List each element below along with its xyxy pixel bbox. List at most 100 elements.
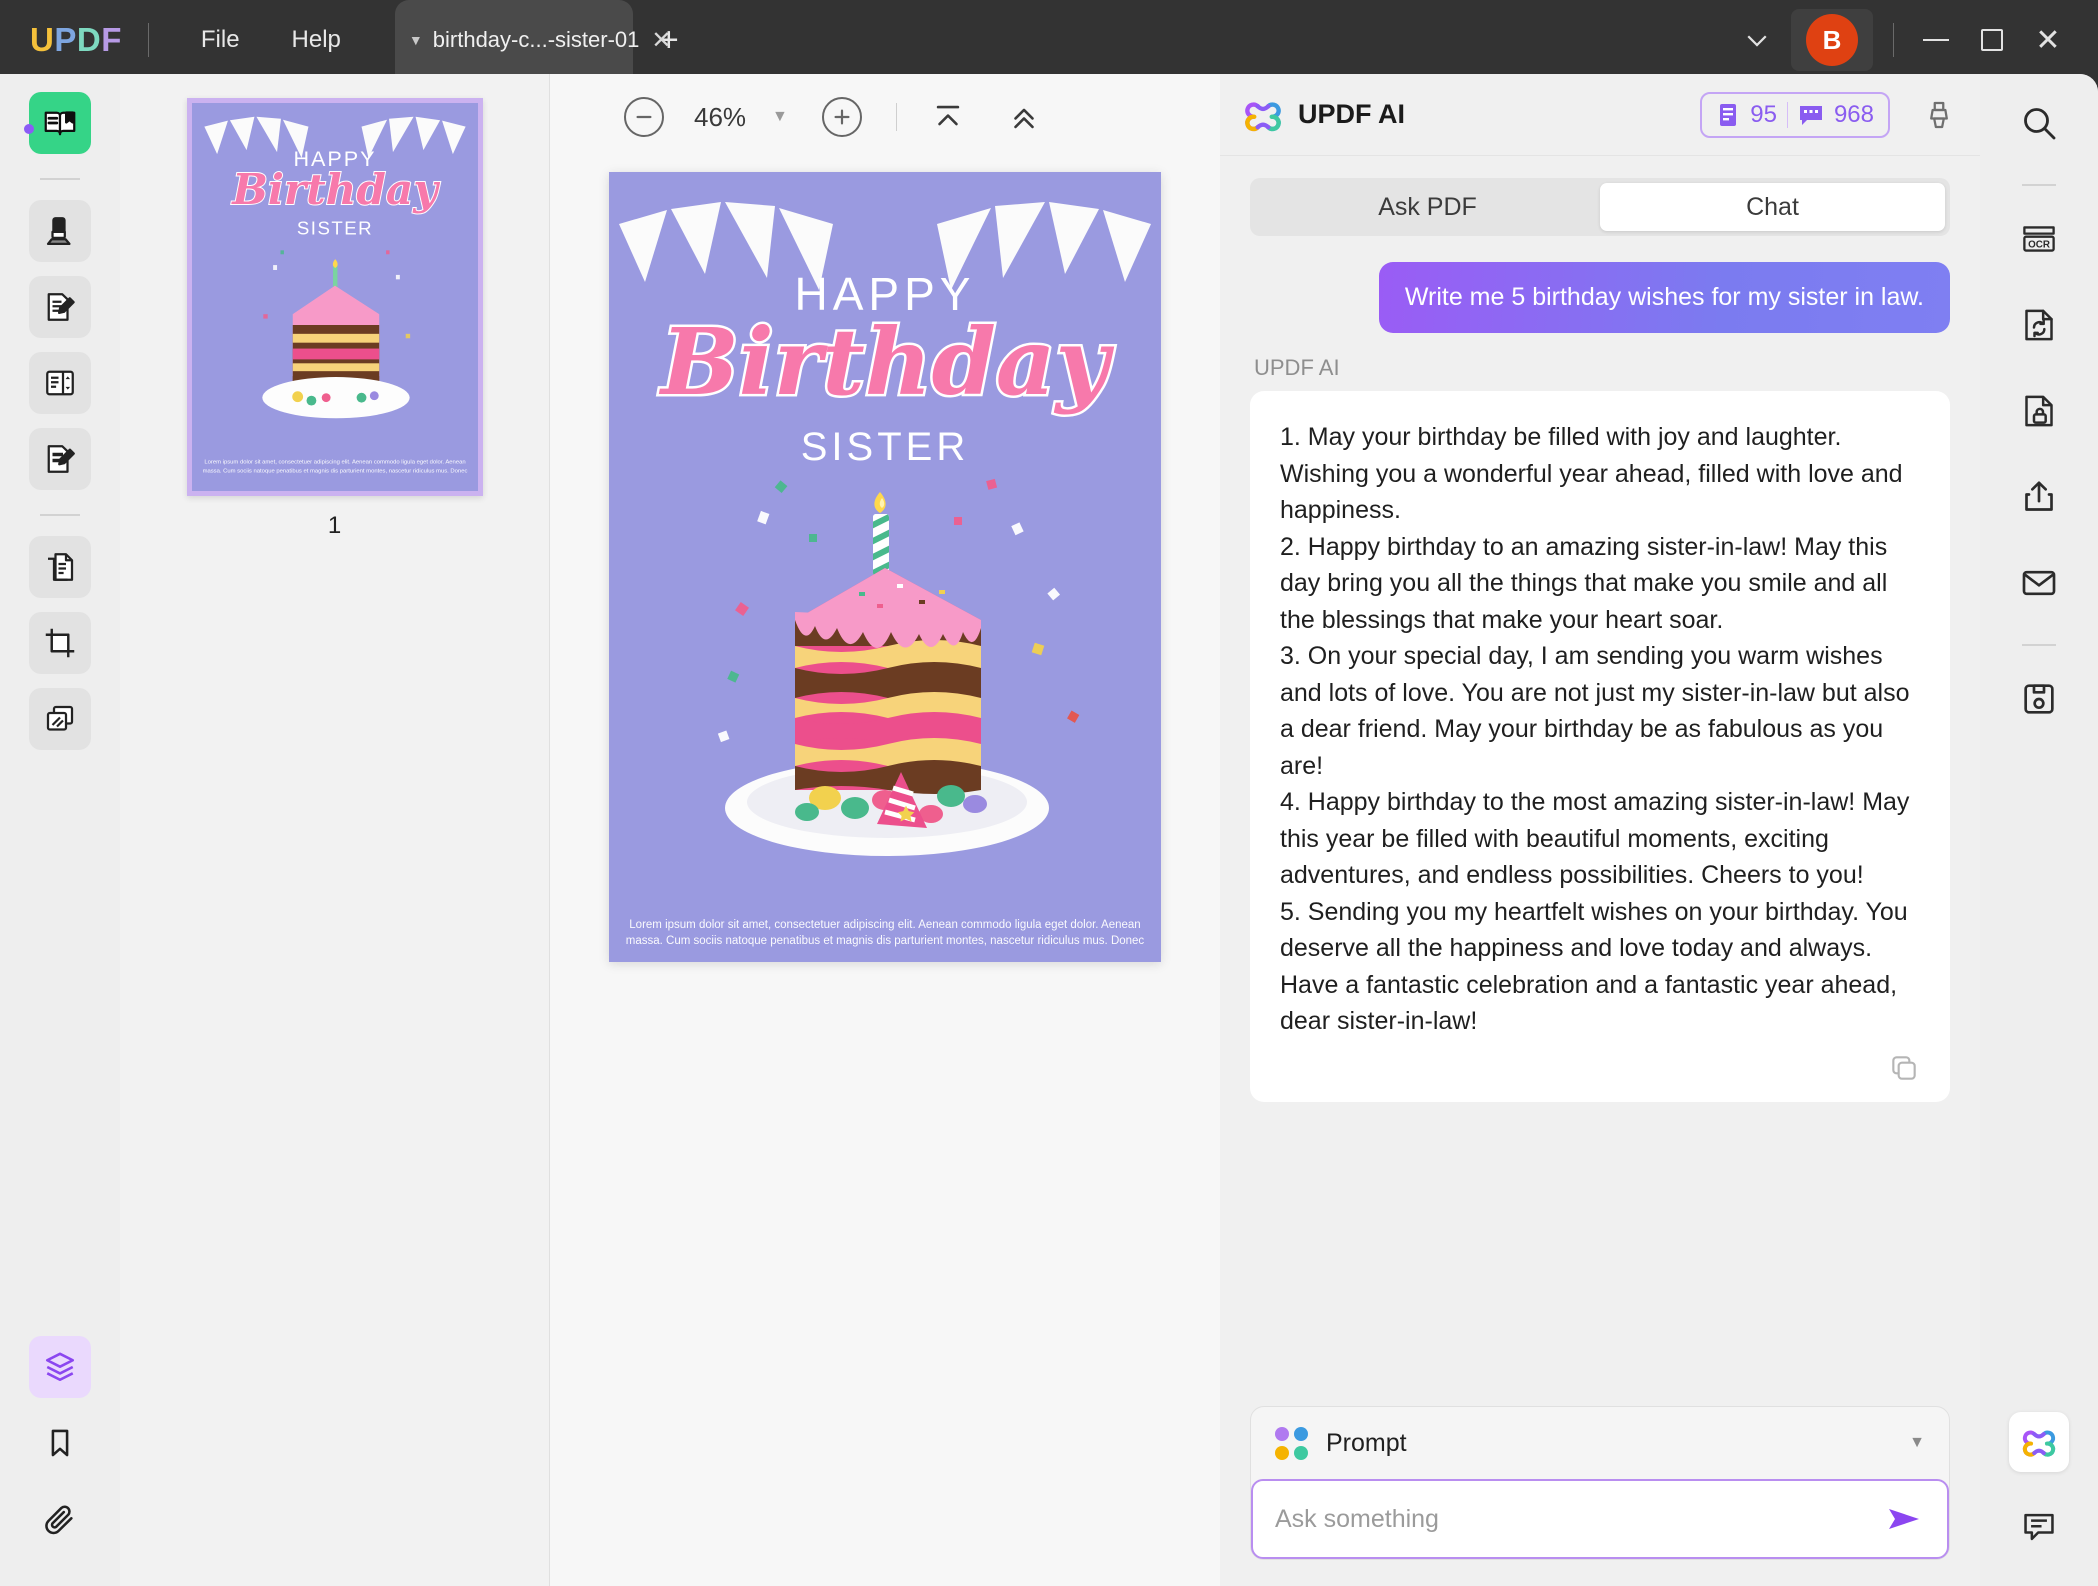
page-viewer: 46% ▼	[550, 74, 1220, 1586]
updf-ai-icon[interactable]	[2009, 1412, 2069, 1472]
left-rail-bottom	[29, 1336, 91, 1564]
menu-help[interactable]: Help	[266, 16, 367, 64]
ai-panel-title: UPDF AI	[1298, 99, 1405, 130]
email-icon[interactable]	[2008, 552, 2070, 614]
thumbnail-panel[interactable]: HAPPY Birthday SISTER	[120, 74, 550, 1586]
close-window-button[interactable]: ✕	[2020, 12, 2076, 68]
window-controls-divider	[1893, 23, 1894, 57]
assistant-name-label: UPDF AI	[1254, 355, 1950, 381]
sidebar-item-annotate[interactable]	[29, 200, 91, 262]
sidebar-item-attachments[interactable]	[29, 1488, 91, 1550]
svg-text:OCR: OCR	[2028, 240, 2050, 251]
zoom-in-button[interactable]	[822, 97, 862, 137]
sidebar-item-organize-pages[interactable]	[29, 352, 91, 414]
chevron-down-icon[interactable]	[1729, 12, 1785, 68]
logo-letter-f: F	[101, 21, 122, 59]
chat-input-bar[interactable]: Ask something	[1251, 1479, 1949, 1559]
ai-tabs: Ask PDF Chat	[1250, 178, 1950, 236]
search-icon[interactable]	[2008, 92, 2070, 154]
updf-ai-panel: UPDF AI 95 968	[1220, 74, 1980, 1586]
assistant-message-bubble: 1. May your birthday be filled with joy …	[1250, 391, 1950, 1102]
svg-text:Birthday: Birthday	[231, 164, 440, 214]
ocr-icon[interactable]: OCR	[2008, 208, 2070, 270]
chevron-down-icon[interactable]: ▼	[1909, 1434, 1925, 1452]
svg-text:SISTER: SISTER	[296, 218, 372, 239]
logo-letter-p: P	[54, 21, 77, 59]
tab-dropdown-icon[interactable]: ▼	[409, 32, 423, 48]
document-tab[interactable]: ▼ birthday-c...-sister-01 ✕	[395, 0, 633, 80]
account-button[interactable]: B	[1791, 9, 1873, 71]
menu-file[interactable]: File	[175, 16, 266, 64]
prompt-icon	[1275, 1427, 1308, 1460]
left-tool-rail	[0, 74, 120, 1586]
save-icon[interactable]	[2008, 668, 2070, 730]
send-icon[interactable]	[1885, 1503, 1925, 1535]
right-rail-divider-2	[2022, 644, 2056, 646]
sidebar-item-batch[interactable]	[29, 688, 91, 750]
svg-text:Lorem ipsum dolor sit amet, co: Lorem ipsum dolor sit amet, consectetuer…	[204, 459, 465, 465]
avatar: B	[1806, 14, 1858, 66]
credits-divider	[1787, 102, 1788, 128]
maximize-button[interactable]	[1964, 12, 2020, 68]
app-window: U P D F File Help ▼ birthday-c...-sister…	[0, 0, 2098, 1586]
assistant-message-actions	[1280, 1052, 1920, 1084]
logo-letter-d: D	[77, 21, 101, 59]
svg-text:SISTER: SISTER	[801, 425, 969, 469]
titlebar-divider	[148, 23, 149, 57]
credits-badge[interactable]: 95 968	[1700, 92, 1890, 138]
user-message-bubble: Write me 5 birthday wishes for my sister…	[1379, 262, 1950, 333]
protect-icon[interactable]	[2008, 380, 2070, 442]
page-scroll-area[interactable]: HAPPY Birthday SISTER	[550, 160, 1220, 1586]
svg-text:massa. Cum sociis natoque pena: massa. Cum sociis natoque penatibus et m…	[202, 468, 467, 474]
tab-chat[interactable]: Chat	[1600, 183, 1945, 231]
chevron-down-icon[interactable]: ▼	[772, 108, 788, 126]
right-tool-rail: OCR	[1980, 74, 2098, 1586]
assistant-message-text: 1. May your birthday be filled with joy …	[1280, 419, 1920, 1040]
close-tab-icon[interactable]: ✕	[651, 26, 671, 55]
sidebar-item-reader[interactable]	[29, 92, 91, 154]
convert-icon[interactable]	[2008, 294, 2070, 356]
prompt-selector[interactable]: Prompt ▼	[1251, 1407, 1949, 1479]
updf-logo: U P D F	[30, 21, 122, 59]
svg-text:Birthday: Birthday	[658, 308, 1115, 416]
chat-input[interactable]: Ask something	[1275, 1505, 1885, 1534]
right-rail-bottom	[2008, 1412, 2070, 1558]
sidebar-item-sign[interactable]	[29, 428, 91, 490]
zoom-toolbar-divider	[896, 103, 897, 131]
sidebar-item-bookmarks[interactable]	[29, 1412, 91, 1474]
share-icon[interactable]	[2008, 466, 2070, 528]
thumbnail-artwork: HAPPY Birthday SISTER	[192, 103, 478, 491]
clear-chat-icon[interactable]	[1922, 98, 1956, 132]
logo-letter-u: U	[30, 21, 54, 59]
minimize-button[interactable]	[1908, 12, 1964, 68]
page-thumbnail-1[interactable]: HAPPY Birthday SISTER	[187, 98, 483, 496]
first-page-icon[interactable]	[931, 100, 965, 134]
prompt-container: Prompt ▼ Ask something	[1250, 1406, 1950, 1560]
chat-credit-icon	[1798, 103, 1824, 127]
sidebar-item-thumbnails[interactable]	[29, 1336, 91, 1398]
thumbnail-page-number: 1	[328, 512, 341, 540]
tab-title: birthday-c...-sister-01	[433, 27, 640, 53]
prompt-dock: Prompt ▼ Ask something	[1220, 1406, 1980, 1586]
svg-text:massa. Cum sociis natoque pena: massa. Cum sociis natoque penatibus et m…	[626, 935, 1145, 947]
sidebar-item-page[interactable]	[29, 536, 91, 598]
page-up-icon[interactable]	[1007, 100, 1041, 134]
ai-panel-header: UPDF AI 95 968	[1220, 74, 1980, 156]
right-rail-divider-1	[2022, 184, 2056, 186]
document-credit-icon	[1716, 102, 1740, 128]
chat-scroll-area[interactable]: Write me 5 birthday wishes for my sister…	[1220, 236, 1980, 1406]
tab-ask-pdf[interactable]: Ask PDF	[1255, 183, 1600, 231]
chat-credit-count: 968	[1834, 101, 1874, 129]
prompt-selector-label: Prompt	[1326, 1429, 1407, 1458]
sidebar-item-crop[interactable]	[29, 612, 91, 674]
page-artwork: HAPPY Birthday SISTER	[609, 172, 1161, 962]
copy-icon[interactable]	[1888, 1052, 1920, 1084]
ai-tabs-wrapper: Ask PDF Chat	[1220, 156, 1980, 236]
pdf-page-1[interactable]: HAPPY Birthday SISTER	[609, 172, 1161, 962]
zoom-out-button[interactable]	[624, 97, 664, 137]
comment-icon[interactable]	[2008, 1496, 2070, 1558]
sidebar-item-edit-pdf[interactable]	[29, 276, 91, 338]
rail-divider-1	[40, 178, 80, 180]
zoom-level[interactable]: 46%	[694, 102, 746, 133]
document-credit-count: 95	[1750, 101, 1777, 129]
